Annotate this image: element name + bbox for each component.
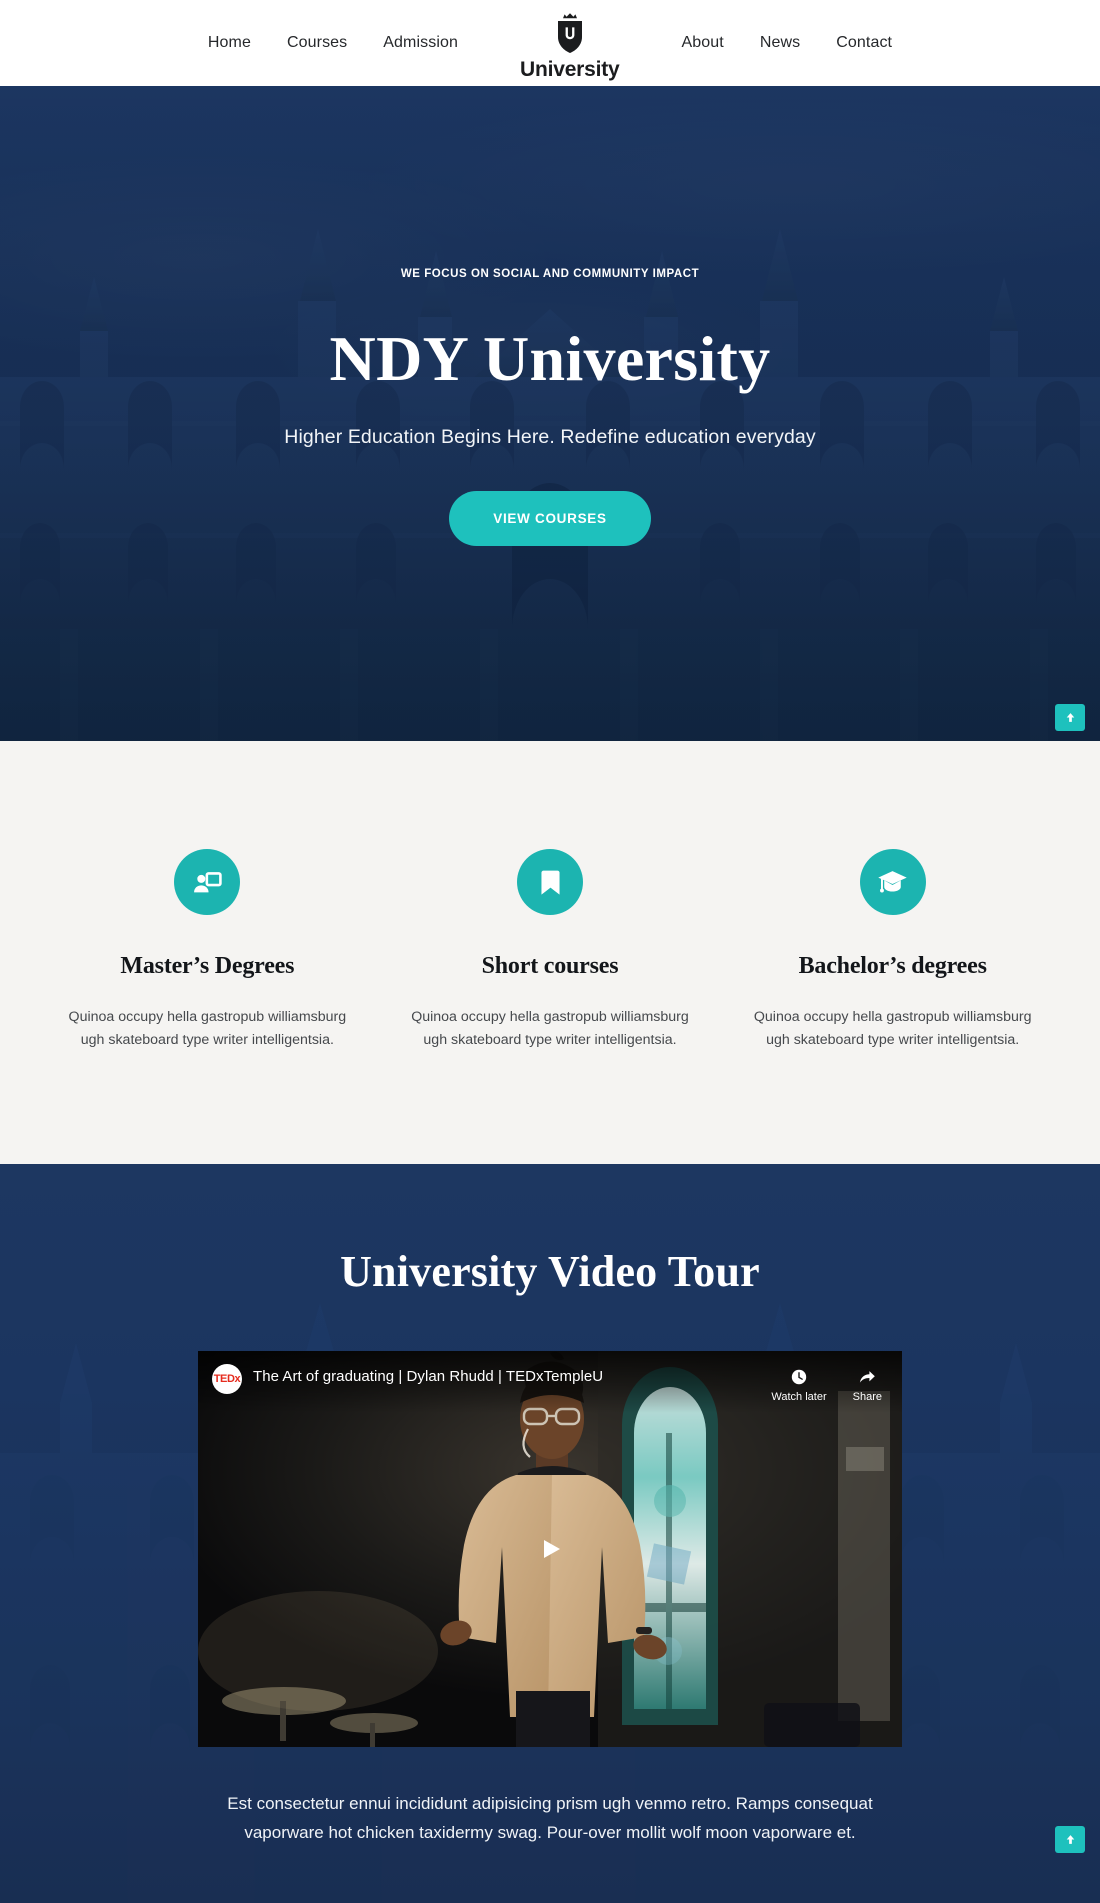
features-section: Master’s Degrees Quinoa occupy hella gas… <box>0 741 1100 1164</box>
hero-subtitle: Higher Education Begins Here. Redefine e… <box>284 426 816 449</box>
brand-name: University <box>519 57 620 81</box>
features-row: Master’s Degrees Quinoa occupy hella gas… <box>0 849 1100 1052</box>
watch-later-button[interactable]: Watch later <box>771 1363 827 1403</box>
video-section-content: University Video Tour TEDx The Art of gr… <box>0 1246 1100 1847</box>
play-button[interactable] <box>521 1529 579 1569</box>
hero-title: NDY University <box>329 323 771 394</box>
nav-links-right: About News Contact <box>682 34 893 52</box>
feature-title: Short courses <box>481 953 619 979</box>
scroll-to-top-button-video[interactable] <box>1055 1826 1085 1854</box>
share-button[interactable]: Share <box>853 1363 882 1403</box>
presentation-person-icon <box>174 849 241 915</box>
feature-card-bachelors: Bachelor’s degrees Quinoa occupy hella g… <box>721 849 1064 1052</box>
tedx-logo-icon[interactable]: TEDx <box>212 1364 242 1394</box>
arrow-up-icon <box>1064 1833 1077 1846</box>
scroll-to-top-button-hero[interactable] <box>1055 704 1085 731</box>
hero-content: WE FOCUS ON SOCIAL AND COMMUNITY IMPACT … <box>0 86 1100 547</box>
video-tour-section: University Video Tour TEDx The Art of gr… <box>0 1164 1100 1903</box>
hero-section: WE FOCUS ON SOCIAL AND COMMUNITY IMPACT … <box>0 86 1100 741</box>
nav-link-admission[interactable]: Admission <box>383 34 458 52</box>
nav-link-courses[interactable]: Courses <box>287 34 347 52</box>
feature-card-masters: Master’s Degrees Quinoa occupy hella gas… <box>36 849 379 1052</box>
graduation-cap-icon <box>859 849 926 915</box>
nav-link-news[interactable]: News <box>760 34 800 52</box>
share-arrow-icon <box>858 1368 876 1386</box>
nav-link-home[interactable]: Home <box>208 34 251 52</box>
hero-eyebrow: WE FOCUS ON SOCIAL AND COMMUNITY IMPACT <box>400 268 700 280</box>
clock-icon <box>790 1368 808 1386</box>
feature-card-short-courses: Short courses Quinoa occupy hella gastro… <box>379 849 722 1052</box>
feature-text: Quinoa occupy hella gastropub williamsbu… <box>68 1009 347 1048</box>
play-icon <box>527 1533 573 1565</box>
youtube-video-player[interactable]: TEDx The Art of graduating | Dylan Rhudd… <box>198 1351 902 1747</box>
arrow-up-icon <box>1064 711 1077 724</box>
brand-logo[interactable]: University <box>520 11 620 80</box>
nav-link-contact[interactable]: Contact <box>836 34 892 52</box>
watch-later-label: Watch later <box>771 1391 827 1403</box>
main-navbar: Home Courses Admission University About … <box>0 0 1100 86</box>
share-label: Share <box>852 1391 882 1403</box>
video-title[interactable]: The Art of graduating | Dylan Rhudd | TE… <box>253 1368 603 1385</box>
landing-page: Home Courses Admission University About … <box>0 0 1100 1903</box>
feature-title: Bachelor’s degrees <box>798 953 987 979</box>
player-header: TEDx The Art of graduating | Dylan Rhudd… <box>198 1351 902 1413</box>
feature-title: Master’s Degrees <box>120 953 295 979</box>
player-actions: Watch later Share <box>771 1363 888 1403</box>
nav-links-left: Home Courses Admission <box>208 34 458 52</box>
video-section-title: University Video Tour <box>340 1247 760 1296</box>
video-caption: Est consectetur ennui incididunt adipisi… <box>227 1794 873 1843</box>
bookmark-icon <box>517 849 583 915</box>
view-courses-button[interactable]: VIEW COURSES <box>449 491 651 547</box>
feature-text: Quinoa occupy hella gastropub williamsbu… <box>753 1009 1032 1048</box>
feature-text: Quinoa occupy hella gastropub williamsbu… <box>411 1009 689 1048</box>
navbar-inner: Home Courses Admission University About … <box>208 9 893 80</box>
shield-crown-u-icon <box>551 11 589 57</box>
nav-link-about[interactable]: About <box>682 34 724 52</box>
tedx-logo-text: TEDx <box>213 1372 241 1385</box>
